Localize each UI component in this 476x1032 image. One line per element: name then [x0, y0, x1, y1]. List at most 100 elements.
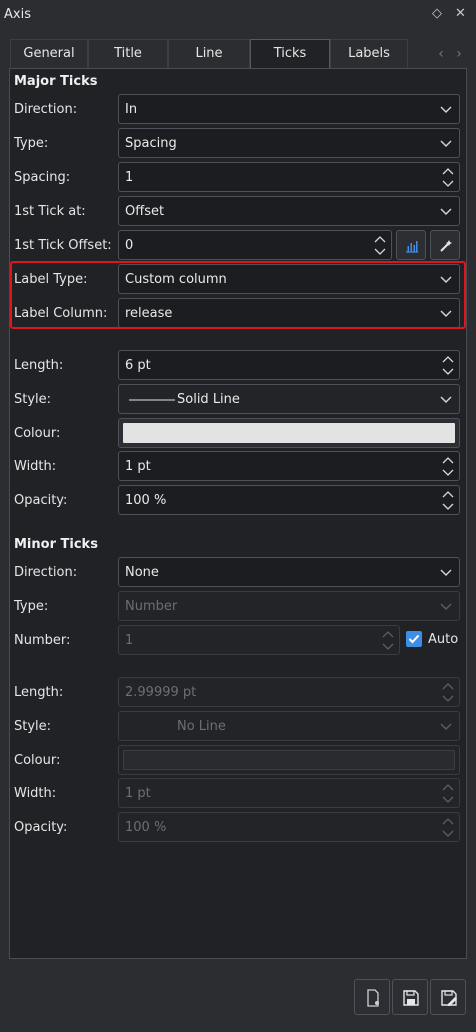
major-label-column-select[interactable]: release — [118, 298, 460, 328]
save-icon — [403, 990, 419, 1006]
window-title: Axis — [4, 7, 31, 22]
chevron-down-icon[interactable] — [373, 245, 387, 258]
magic-wand-icon — [440, 240, 452, 252]
save-config-button[interactable] — [392, 979, 428, 1015]
major-first-tick-select[interactable]: Offset — [118, 196, 460, 226]
major-label-type-label: Label Type: — [14, 272, 88, 287]
minor-colour-button[interactable] — [118, 745, 460, 775]
minor-style-select[interactable]: No Line — [118, 711, 460, 741]
minor-direction-value: None — [125, 565, 159, 580]
float-icon[interactable]: ◇ — [432, 6, 442, 21]
tab-ticks[interactable]: Ticks — [250, 39, 330, 70]
major-length-value: 6 pt — [125, 358, 151, 373]
major-width-spinbox[interactable]: 1 pt — [118, 451, 460, 481]
major-label-type-select[interactable]: Custom column — [118, 264, 460, 294]
minor-width-value: 1 pt — [125, 786, 151, 801]
chart-icon — [406, 241, 418, 253]
chevron-down-icon[interactable] — [441, 500, 455, 513]
major-width-label: Width: — [14, 459, 57, 474]
major-colour-button[interactable] — [118, 418, 460, 448]
line-style-preview-icon — [129, 399, 175, 401]
chevron-down-icon — [440, 603, 452, 610]
minor-number-value: 1 — [125, 633, 134, 648]
major-type-label: Type: — [14, 136, 49, 151]
major-length-label: Length: — [14, 358, 64, 373]
minor-width-spinbox[interactable]: 1 pt — [118, 778, 460, 808]
minor-opacity-value: 100 % — [125, 820, 167, 835]
major-ticks-heading: Major Ticks — [14, 74, 98, 89]
major-first-tick-label: 1st Tick at: — [14, 204, 86, 219]
document-icon — [367, 989, 379, 1007]
major-label-type-value: Custom column — [125, 272, 227, 287]
minor-opacity-label: Opacity: — [14, 820, 68, 835]
minor-length-spinbox[interactable]: 2.99999 pt — [118, 677, 460, 707]
major-opacity-spinbox[interactable]: 100 % — [118, 485, 460, 515]
tab-scroll-right-icon[interactable]: › — [450, 39, 468, 69]
load-config-button[interactable] — [354, 979, 390, 1015]
minor-opacity-spinbox[interactable]: 100 % — [118, 812, 460, 842]
major-spacing-label: Spacing: — [14, 170, 71, 185]
minor-number-label: Number: — [14, 633, 71, 648]
minor-auto-checkbox[interactable] — [406, 631, 422, 647]
data-statistics-button[interactable] — [396, 230, 426, 260]
major-first-tick-offset-spinbox[interactable]: 0 — [118, 230, 392, 260]
tab-bar: General Title Line Ticks Labels ‹ › — [10, 39, 468, 70]
chevron-down-icon[interactable] — [381, 640, 395, 653]
major-label-column-label: Label Column: — [14, 306, 108, 321]
window-titlebar: Axis ◇ ✕ — [0, 0, 476, 30]
minor-direction-label: Direction: — [14, 565, 78, 580]
colour-swatch — [123, 750, 455, 770]
chevron-down-icon — [440, 723, 452, 730]
major-type-value: Spacing — [125, 136, 177, 151]
save-as-default-button[interactable] — [430, 979, 466, 1015]
chevron-down-icon — [440, 396, 452, 403]
major-opacity-label: Opacity: — [14, 493, 68, 508]
tab-labels[interactable]: Labels — [330, 39, 408, 69]
major-spacing-spinbox[interactable]: 1 — [118, 162, 460, 192]
major-first-tick-value: Offset — [125, 204, 165, 219]
chevron-down-icon[interactable] — [441, 365, 455, 378]
checkmark-icon — [408, 634, 420, 644]
major-style-select[interactable]: Solid Line — [118, 384, 460, 414]
chevron-down-icon — [440, 276, 452, 283]
minor-type-label: Type: — [14, 599, 49, 614]
minor-direction-select[interactable]: None — [118, 557, 460, 587]
minor-type-value: Number — [125, 599, 178, 614]
tab-line[interactable]: Line — [168, 39, 250, 69]
minor-type-select[interactable]: Number — [118, 591, 460, 621]
minor-colour-label: Colour: — [14, 753, 61, 768]
tab-title[interactable]: Title — [88, 39, 168, 69]
minor-width-label: Width: — [14, 786, 57, 801]
chevron-down-icon — [440, 106, 452, 113]
auto-value-button[interactable] — [430, 230, 460, 260]
major-direction-value: In — [125, 102, 138, 117]
chevron-down-icon — [440, 140, 452, 147]
minor-style-label: Style: — [14, 719, 52, 734]
major-colour-label: Colour: — [14, 426, 61, 441]
major-length-spinbox[interactable]: 6 pt — [118, 350, 460, 380]
close-icon[interactable]: ✕ — [455, 6, 466, 21]
major-spacing-value: 1 — [125, 170, 134, 185]
chevron-down-icon[interactable] — [441, 692, 455, 705]
major-first-tick-offset-value: 0 — [125, 238, 134, 253]
minor-length-label: Length: — [14, 685, 64, 700]
major-type-select[interactable]: Spacing — [118, 128, 460, 158]
chevron-down-icon[interactable] — [441, 827, 455, 840]
major-style-label: Style: — [14, 392, 52, 407]
major-direction-label: Direction: — [14, 102, 78, 117]
chevron-down-icon[interactable] — [441, 177, 455, 190]
minor-style-value: No Line — [177, 719, 226, 734]
major-first-tick-offset-label: 1st Tick Offset: — [14, 238, 112, 253]
chevron-down-icon — [440, 208, 452, 215]
minor-length-value: 2.99999 pt — [125, 685, 197, 700]
tab-general[interactable]: General — [10, 39, 88, 69]
minor-number-spinbox[interactable]: 1 — [118, 625, 400, 655]
minor-auto-label: Auto — [428, 632, 459, 647]
tab-scroll-left-icon[interactable]: ‹ — [432, 39, 450, 69]
major-direction-select[interactable]: In — [118, 94, 460, 124]
chevron-down-icon[interactable] — [441, 466, 455, 479]
chevron-down-icon — [440, 310, 452, 317]
chevron-down-icon[interactable] — [441, 793, 455, 806]
major-style-value: Solid Line — [177, 392, 240, 407]
major-opacity-value: 100 % — [125, 493, 167, 508]
